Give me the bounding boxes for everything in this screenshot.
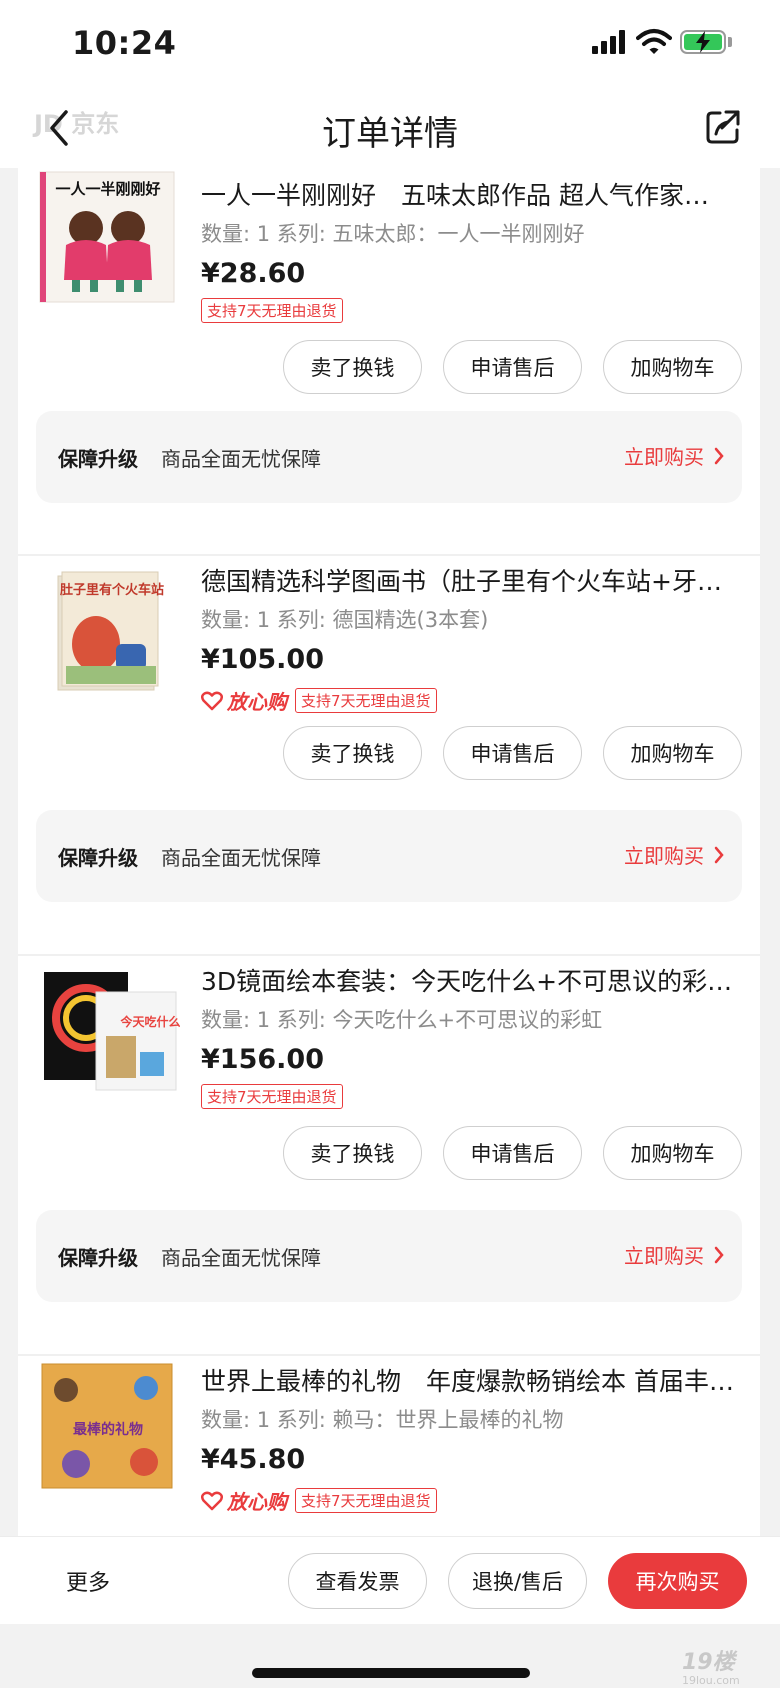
charging-bolt-icon [696,31,710,53]
product-image[interactable]: 肚子里有个火车站 [36,556,180,700]
apply-aftersale-button[interactable]: 申请售后 [443,726,582,780]
order-item: 一人一半刚刚好 一人一半刚刚好 五味太郎作品 超人气作家… 数量: 1 系列: … [18,168,760,528]
cellular-signal-icon [592,30,628,54]
chevron-right-icon [714,447,724,464]
buy-now-link[interactable]: 立即购买 [624,840,724,869]
add-to-cart-button[interactable]: 加购物车 [603,1126,742,1180]
buy-now-link[interactable]: 立即购买 [624,441,724,470]
home-indicator[interactable] [252,1668,530,1678]
item-actions: 卖了换钱 申请售后 加购物车 [283,1126,742,1180]
product-tags: 放心购 支持7天无理由退货 [201,686,437,715]
watermark: 19楼 19lou.com [682,1644,752,1687]
item-actions: 卖了换钱 申请售后 加购物车 [283,340,742,394]
buy-now-label: 立即购买 [624,844,704,868]
add-to-cart-button[interactable]: 加购物车 [603,340,742,394]
protection-upgrade-banner[interactable]: 保障升级 商品全面无忧保障 立即购买 [36,810,742,902]
view-invoice-button[interactable]: 查看发票 [288,1553,427,1609]
product-price: ¥156.00 [201,1044,324,1075]
watermark-sub: 19lou.com [682,1674,740,1687]
product-price: ¥45.80 [201,1444,306,1475]
assured-purchase-badge: 放心购 [201,1486,287,1515]
product-spec: 数量: 1 系列: 德国精选(3本套) [201,608,489,632]
home-indicator-area: 19楼 19lou.com [0,1624,780,1688]
sell-for-cash-button[interactable]: 卖了换钱 [283,1126,422,1180]
order-item: 最棒的礼物 世界上最棒的礼物 年度爆款畅销绘本 首届丰… 数量: 1 系列: 赖… [18,1363,760,1536]
heart-icon [201,691,223,710]
product-tags: 放心购 支持7天无理由退货 [201,1486,437,1515]
chevron-right-icon [714,846,724,863]
product-price: ¥28.60 [201,258,306,289]
protection-upgrade-title: 保障升级 [58,1246,138,1270]
product-title[interactable]: 一人一半刚刚好 五味太郎作品 超人气作家… [201,176,741,212]
protection-upgrade-desc: 商品全面无忧保障 [161,846,321,870]
product-title[interactable]: 世界上最棒的礼物 年度爆款畅销绘本 首届丰… [201,1362,741,1398]
product-image[interactable]: 最棒的礼物 [36,1354,180,1498]
return-policy-tag: 支持7天无理由退货 [295,1488,437,1513]
more-button[interactable]: 更多 [66,1565,110,1597]
order-items-list[interactable]: 一人一半刚刚好 一人一半刚刚好 五味太郎作品 超人气作家… 数量: 1 系列: … [18,168,760,1536]
apply-aftersale-button[interactable]: 申请售后 [443,1126,582,1180]
product-spec: 数量: 1 系列: 五味太郎：一人一半刚刚好 [201,222,585,246]
buy-now-link[interactable]: 立即购买 [624,1240,724,1269]
chevron-right-icon [714,1246,724,1263]
page-title: 订单详情 [322,114,458,154]
product-image[interactable]: 一人一半刚刚好 [36,170,180,314]
return-policy-tag: 支持7天无理由退货 [295,688,437,713]
buy-now-label: 立即购买 [624,1244,704,1268]
return-policy-tag: 支持7天无理由退货 [201,1084,343,1109]
return-aftersale-button[interactable]: 退换/售后 [448,1553,587,1609]
order-item: 今天吃什么? 3D镜面绘本套装：今天吃什么+不可思议的彩… 数量: 1 系列: … [18,967,760,1328]
bottom-action-bar: 更多 查看发票 退换/售后 再次购买 [0,1536,780,1624]
product-spec: 数量: 1 系列: 赖马：世界上最棒的礼物 [201,1408,564,1432]
wifi-icon [636,29,672,54]
order-item: 肚子里有个火车站 德国精选科学图画书（肚子里有个火车站+牙… 数量: 1 系列:… [18,567,760,928]
navigation-bar: JD 京东 订单详情 [0,88,780,168]
sell-for-cash-button[interactable]: 卖了换钱 [283,726,422,780]
protection-upgrade-banner[interactable]: 保障升级 商品全面无忧保障 立即购买 [36,1210,742,1302]
cover-title: 一人一半刚刚好 [55,180,160,198]
assured-purchase-label: 放心购 [227,1490,287,1514]
watermark-main: 19楼 [682,1650,735,1675]
assured-purchase-badge: 放心购 [201,686,287,715]
battery-tip [728,37,732,47]
product-title[interactable]: 3D镜面绘本套装：今天吃什么+不可思议的彩… [201,962,741,998]
product-title[interactable]: 德国精选科学图画书（肚子里有个火车站+牙… [201,562,741,598]
protection-upgrade-banner[interactable]: 保障升级 商品全面无忧保障 立即购买 [36,411,742,503]
product-spec: 数量: 1 系列: 今天吃什么+不可思议的彩虹 [201,1008,603,1032]
buy-now-label: 立即购买 [624,445,704,469]
cover-title: 最棒的礼物 [73,1421,143,1438]
status-bar: 10:24 [0,0,780,88]
share-icon[interactable] [704,108,742,146]
item-actions: 卖了换钱 申请售后 加购物车 [283,726,742,780]
return-policy-tag: 支持7天无理由退货 [201,298,343,323]
add-to-cart-button[interactable]: 加购物车 [603,726,742,780]
assured-purchase-label: 放心购 [227,690,287,714]
cover-title: 今天吃什么? [120,1014,180,1029]
protection-upgrade-title: 保障升级 [58,846,138,870]
protection-upgrade-desc: 商品全面无忧保障 [161,1246,321,1270]
apply-aftersale-button[interactable]: 申请售后 [443,340,582,394]
heart-icon [201,1491,223,1510]
cover-title: 肚子里有个火车站 [60,582,164,598]
status-time: 10:24 [72,24,177,62]
sell-for-cash-button[interactable]: 卖了换钱 [283,340,422,394]
product-tags: 支持7天无理由退货 [201,1084,343,1109]
buy-again-button[interactable]: 再次购买 [608,1553,747,1609]
protection-upgrade-desc: 商品全面无忧保障 [161,447,321,471]
product-price: ¥105.00 [201,644,324,675]
protection-upgrade-title: 保障升级 [58,447,138,471]
product-image[interactable]: 今天吃什么? [36,956,180,1100]
product-tags: 支持7天无理由退货 [201,298,343,323]
